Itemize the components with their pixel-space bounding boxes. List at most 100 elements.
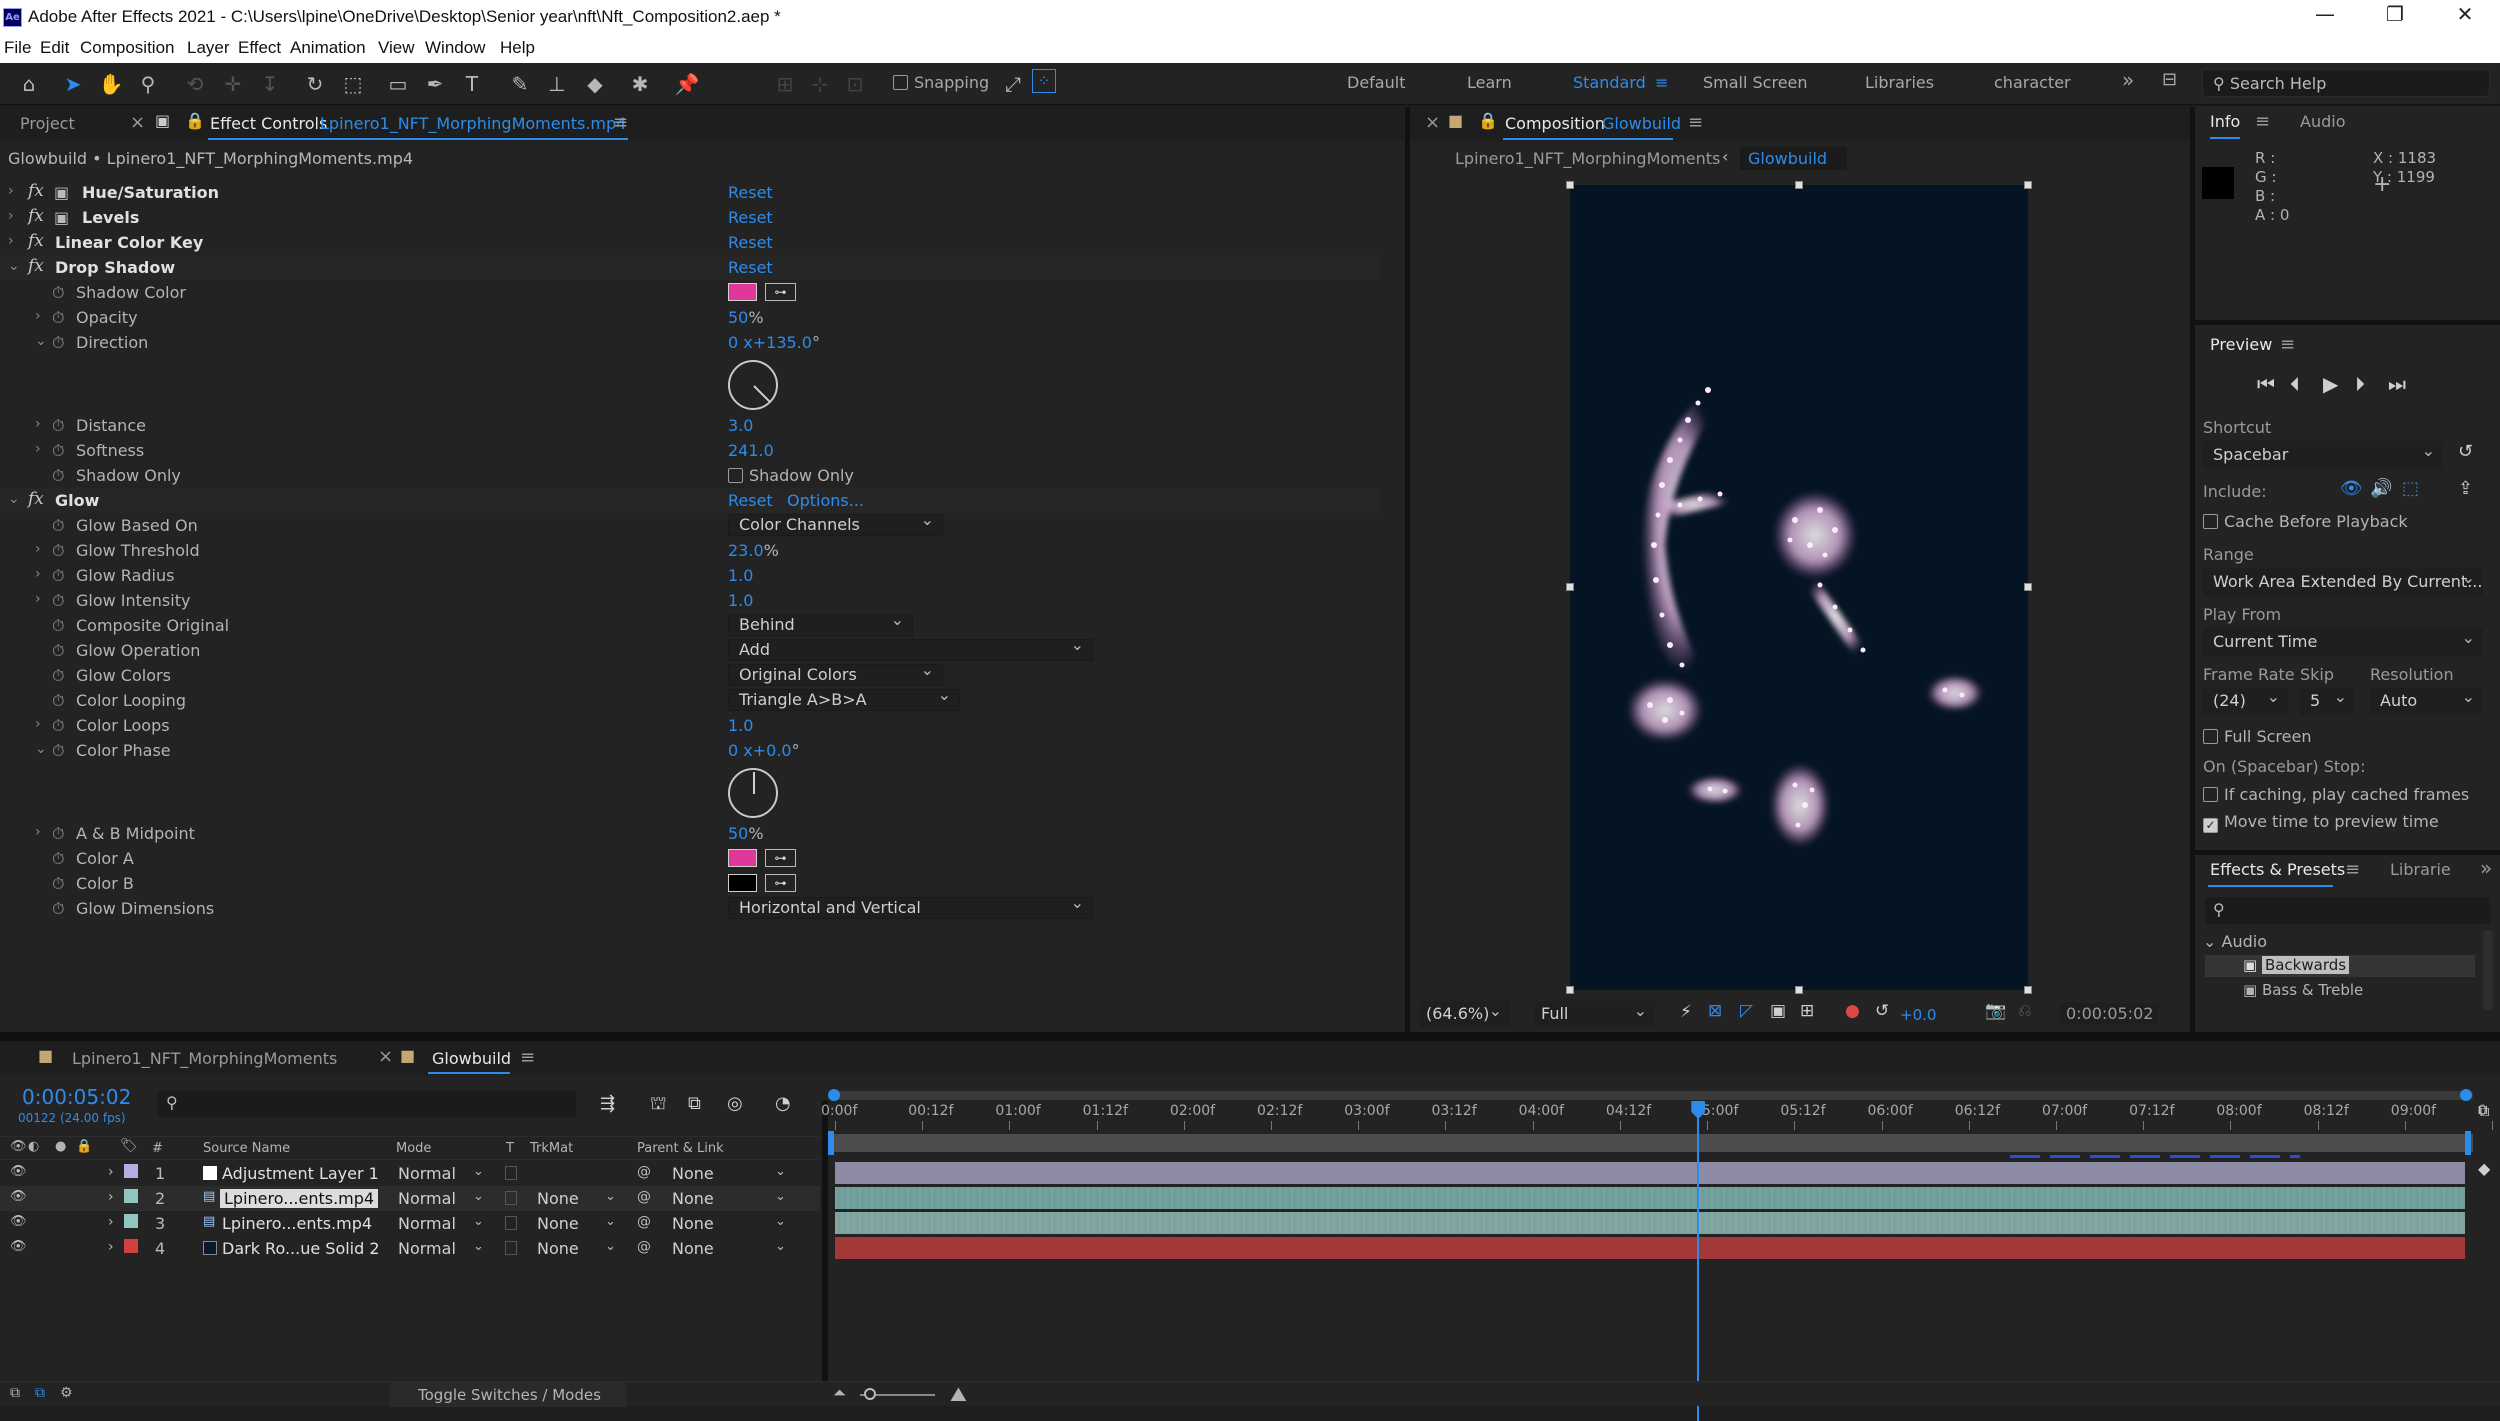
workspace-edit-icon[interactable]: ⊟: [2162, 69, 2177, 90]
more-workspaces-icon[interactable]: »: [2122, 68, 2134, 92]
frame-rate-dropdown[interactable]: (24): [2203, 687, 2288, 715]
stopwatch-icon[interactable]: ⏱: [52, 441, 64, 461]
track-matte-dropdown[interactable]: None: [537, 1189, 579, 1208]
snapping-checkbox[interactable]: [893, 75, 908, 90]
stopwatch-icon[interactable]: ⏱: [52, 899, 64, 919]
menu-animation[interactable]: Animation: [290, 38, 366, 58]
eye-icon[interactable]: 👁: [10, 1214, 27, 1229]
property-value[interactable]: 0 x+135.0°: [728, 333, 820, 352]
stopwatch-icon[interactable]: ⏱: [52, 616, 64, 636]
zoom-out-icon[interactable]: ⏶: [833, 1383, 846, 1403]
chevron-right-icon[interactable]: ›: [8, 208, 14, 224]
transfer-controls-icon[interactable]: ⚙: [60, 1385, 73, 1401]
render-time-icon[interactable]: ⧉: [10, 1385, 20, 1401]
current-time-indicator[interactable]: [1697, 1101, 1700, 1421]
tab-effects-presets[interactable]: Effects & Presets: [2210, 860, 2345, 879]
eye-icon[interactable]: 👁: [10, 1239, 27, 1254]
full-screen-checkbox[interactable]: [2203, 729, 2218, 744]
comp-button-icon[interactable]: ⧉: [2478, 1101, 2489, 1121]
close-icon[interactable]: ×: [130, 112, 145, 133]
stopwatch-icon[interactable]: ⏱: [52, 283, 64, 303]
property-dropdown[interactable]: Horizontal and Vertical: [728, 893, 1093, 919]
property-value-text[interactable]: 3.0: [728, 416, 753, 435]
orbit-camera-icon[interactable]: ⟲: [180, 69, 210, 99]
panel-menu-icon[interactable]: ≡: [613, 112, 628, 133]
property-value[interactable]: 241.0: [728, 441, 774, 460]
stopwatch-icon[interactable]: ⏱: [52, 308, 64, 328]
work-area-start-handle[interactable]: [828, 1131, 834, 1155]
layer-duration-bar[interactable]: [835, 1212, 2465, 1234]
menu-help[interactable]: Help: [500, 38, 535, 58]
resolution-dropdown[interactable]: Auto: [2370, 687, 2483, 715]
minimize-icon[interactable]: —: [2305, 2, 2345, 26]
property-dropdown[interactable]: Behind: [728, 610, 913, 636]
property-value-text[interactable]: 0 x+135.0: [728, 333, 812, 352]
stopwatch-icon[interactable]: ⏱: [52, 516, 64, 536]
fx-toggle-icon[interactable]: fx: [28, 489, 44, 509]
transform-handle[interactable]: [1795, 986, 1803, 994]
maximize-icon[interactable]: ❐: [2375, 2, 2415, 26]
angle-dial[interactable]: [728, 768, 778, 818]
eyedropper-icon[interactable]: ⊶: [765, 874, 796, 892]
reset-exposure-icon[interactable]: ↺: [1875, 1001, 1889, 1021]
layer-search-input[interactable]: ⚲: [158, 1091, 576, 1117]
blend-mode-dropdown[interactable]: Normal: [398, 1189, 456, 1208]
tab-effect-controls[interactable]: Effect Controls: [210, 114, 327, 133]
skip-dropdown[interactable]: 5: [2300, 687, 2355, 715]
transform-handle[interactable]: [2024, 181, 2032, 189]
layer-row[interactable]: 👁 › 3 ▤ Lpinero...ents.mp4 Normal ⌄ None…: [0, 1211, 820, 1236]
panel-menu-icon[interactable]: ≡: [2345, 859, 2360, 880]
work-area-bar[interactable]: [828, 1134, 2473, 1152]
property-dropdown[interactable]: Triangle A>B>A: [728, 685, 960, 711]
effect-reset-link[interactable]: Reset: [728, 183, 773, 202]
tab-libraries[interactable]: Librarie: [2390, 860, 2451, 879]
motion-blur-icon[interactable]: ◔: [775, 1093, 791, 1114]
effect-item[interactable]: ▣ Backwards: [2243, 956, 2350, 974]
stopwatch-icon[interactable]: ⏱: [52, 666, 64, 686]
search-help-field[interactable]: ⚲ Search Help: [2202, 69, 2490, 97]
chevron-down-icon[interactable]: ⌄: [35, 333, 47, 349]
property-value[interactable]: 3.0: [728, 416, 753, 435]
cache-before-playback-checkbox[interactable]: [2203, 514, 2218, 529]
zoom-tool-icon[interactable]: ⚲: [133, 69, 163, 99]
current-timecode[interactable]: 0:00:05:02: [22, 1085, 131, 1109]
pick-whip-icon[interactable]: @: [637, 1239, 651, 1255]
shadow-only-checkbox[interactable]: [728, 468, 743, 483]
track-matte-dropdown[interactable]: None: [537, 1239, 579, 1258]
workspace-standard[interactable]: Standard: [1573, 73, 1646, 92]
fx-toggle-icon[interactable]: fx: [28, 231, 44, 251]
effect-row[interactable]: › fx ▣ Hue/Saturation Reset: [0, 180, 1380, 205]
home-icon[interactable]: ⌂: [14, 69, 44, 99]
blend-mode-dropdown[interactable]: Normal: [398, 1164, 456, 1183]
chevron-right-icon[interactable]: ›: [35, 416, 41, 432]
selection-tool-icon[interactable]: ➤: [58, 69, 88, 99]
chevron-right-icon[interactable]: ›: [35, 308, 41, 324]
stopwatch-icon[interactable]: ⏱: [52, 466, 64, 486]
chevron-right-icon[interactable]: ›: [8, 183, 14, 199]
effect-options-link[interactable]: Options...: [787, 491, 864, 510]
property-value[interactable]: 1.0: [728, 591, 753, 610]
layer-name[interactable]: Dark Ro...ue Solid 2: [222, 1239, 380, 1258]
transparency-grid-icon[interactable]: ⊠: [1708, 1001, 1722, 1021]
effects-scrollbar[interactable]: [2483, 930, 2493, 1010]
cache-before-playback-option[interactable]: Cache Before Playback: [2203, 512, 2408, 531]
effect-row[interactable]: ⌄ fx Glow Reset Options...: [0, 488, 1380, 513]
shy-layers-icon[interactable]: ⧉: [688, 1093, 701, 1114]
property-dropdown[interactable]: Original Colors: [728, 660, 943, 686]
layer-label-color[interactable]: [124, 1189, 138, 1203]
menu-view[interactable]: View: [378, 38, 415, 58]
previous-frame-icon[interactable]: ⏴: [2290, 372, 2300, 396]
stopwatch-icon[interactable]: ⏱: [52, 591, 64, 611]
eyedropper-icon[interactable]: ⊶: [765, 283, 796, 301]
chevron-right-icon[interactable]: ›: [35, 541, 41, 557]
property-value[interactable]: 50%: [728, 824, 764, 843]
stopwatch-icon[interactable]: ⏱: [52, 741, 64, 761]
angle-dial[interactable]: [728, 360, 778, 410]
lock-icon[interactable]: 🔒: [1478, 111, 1498, 130]
pen-tool-icon[interactable]: ✒: [420, 69, 450, 99]
last-frame-icon[interactable]: ⏭: [2388, 372, 2406, 396]
lock-icon[interactable]: 🔒: [185, 111, 205, 130]
layer-duration-bar[interactable]: [835, 1237, 2465, 1259]
tab-project[interactable]: Project: [20, 114, 75, 133]
include-video-icon[interactable]: 👁: [2340, 478, 2363, 499]
